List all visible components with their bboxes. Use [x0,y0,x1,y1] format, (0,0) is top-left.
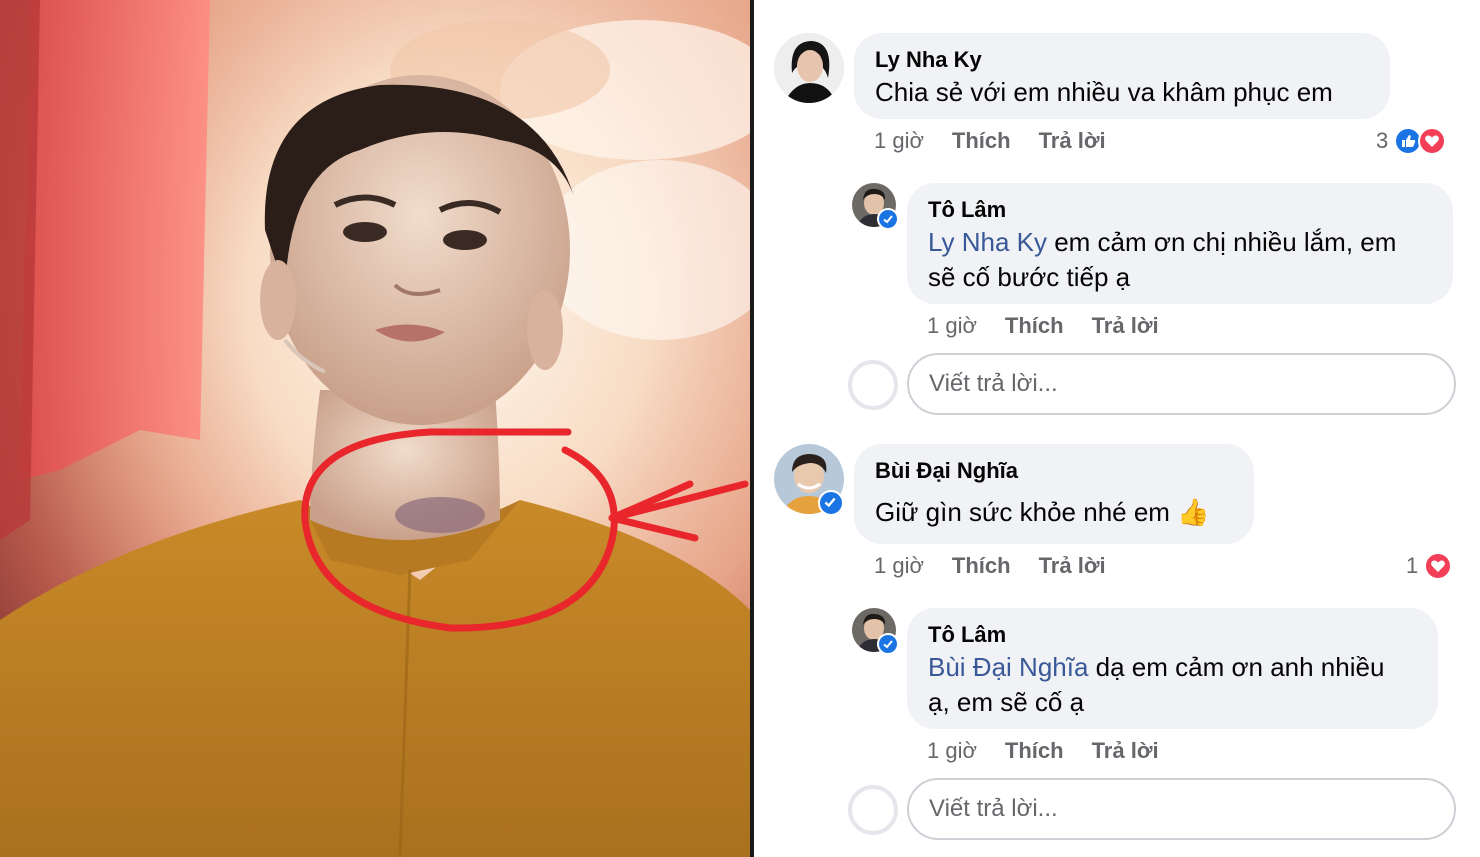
mention-link[interactable]: Bùi Đại Nghĩa [928,652,1088,682]
avatar[interactable] [774,33,844,103]
reply-author[interactable]: Tô Lâm [928,195,1433,225]
comment-text-body: Giữ gìn sức khỏe nhé em [875,497,1170,527]
avatar-ly-nha-ky-icon [774,33,844,103]
reaction-count: 1 [1406,553,1419,578]
performer-photo [0,0,750,857]
comment-meta: 1 giờ Thích Trả lời [874,553,1106,579]
comment-text: Chia sẻ với em nhiều va khâm phục em [875,77,1333,107]
reply-button[interactable]: Trả lời [1039,553,1106,578]
reply-author[interactable]: Tô Lâm [928,620,1418,650]
reply-input[interactable]: Viết trả lời... [907,353,1456,415]
reaction-summary[interactable]: 3 [1376,127,1447,155]
comment-bubble: Bùi Đại Nghĩa Giữ gìn sức khỏe nhé em 👍 [854,444,1254,544]
reply-input[interactable]: Viết trả lời... [907,778,1456,840]
comment-thread: Ly Nha Ky Chia sẻ với em nhiều va khâm p… [754,0,1480,857]
reply-button[interactable]: Trả lời [1092,738,1159,763]
current-user-avatar [848,360,898,410]
reply-button[interactable]: Trả lời [1039,128,1106,153]
mention-link[interactable]: Ly Nha Ky [928,227,1047,257]
comment-meta: 1 giờ Thích Trả lời [874,128,1106,154]
reply-time[interactable]: 1 giờ [927,738,977,763]
comment-author[interactable]: Ly Nha Ky [875,45,1370,75]
reply-button[interactable]: Trả lời [1092,313,1159,338]
comment-bubble: Ly Nha Ky Chia sẻ với em nhiều va khâm p… [854,33,1390,119]
reply-bubble: Tô Lâm Bùi Đại Nghĩa dạ em cảm ơn anh nh… [907,608,1438,729]
reply-time[interactable]: 1 giờ [927,313,977,338]
verified-badge-icon [818,490,844,516]
reply-text: Bùi Đại Nghĩa dạ em cảm ơn anh nhiều ạ, e… [928,650,1418,720]
reaction-summary[interactable]: 1 [1406,552,1453,580]
like-button[interactable]: Thích [952,128,1011,153]
reply-text-line1: dạ em cảm ơn anh nhiều [1088,652,1385,682]
reply-meta: 1 giờ Thích Trả lời [927,738,1159,764]
like-button[interactable]: Thích [952,553,1011,578]
love-icon [1424,552,1453,580]
thumbs-up-emoji-icon: 👍 [1177,497,1210,527]
reply-text-line1: em cảm ơn chị nhiều lắm, em [1046,227,1397,257]
love-icon [1418,127,1447,155]
like-button[interactable]: Thích [1005,313,1064,338]
comment-text: Giữ gìn sức khỏe nhé em 👍 [875,495,1234,530]
verified-badge-icon [877,208,899,230]
reply-meta: 1 giờ Thích Trả lời [927,313,1159,339]
reply-text: Ly Nha Ky em cảm ơn chị nhiều lắm, em sẽ … [928,225,1433,295]
reply-text-line2: sẽ cố bước tiếp ạ [928,262,1131,292]
comment-author[interactable]: Bùi Đại Nghĩa [875,456,1234,486]
current-user-avatar [848,785,898,835]
comment-time[interactable]: 1 giờ [874,553,924,578]
comment-time[interactable]: 1 giờ [874,128,924,153]
reaction-count: 3 [1376,128,1389,153]
stage-performer-photo [0,0,750,857]
verified-badge-icon [877,633,899,655]
like-button[interactable]: Thích [1005,738,1064,763]
reply-bubble: Tô Lâm Ly Nha Ky em cảm ơn chị nhiều lắm… [907,183,1453,304]
reply-text-line2: ạ, em sẽ cố ạ [928,687,1085,717]
